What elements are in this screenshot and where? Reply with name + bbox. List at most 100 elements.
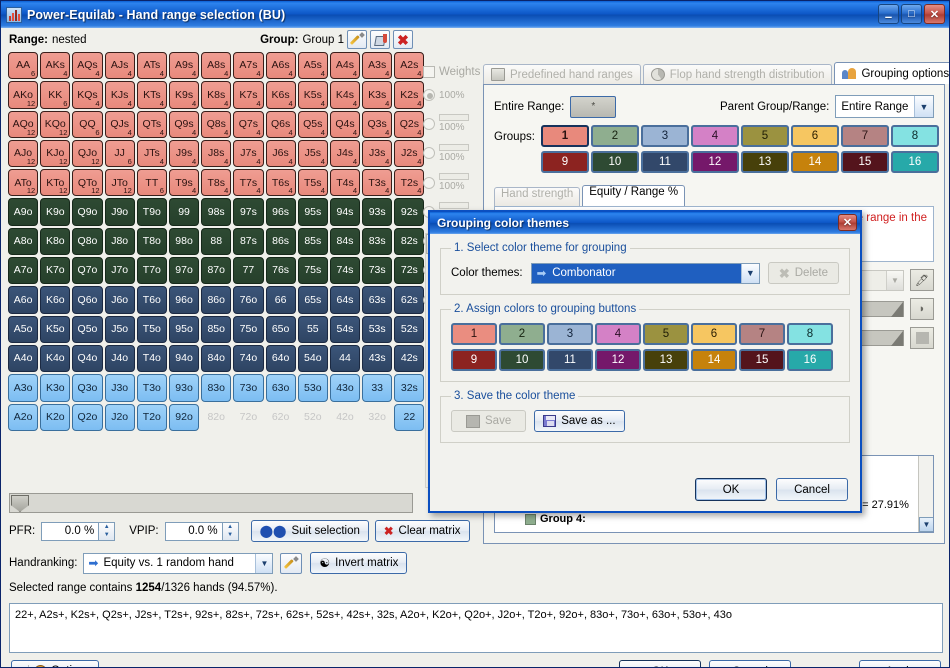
hand-cell-74s[interactable]: 74s	[329, 257, 361, 285]
hand-cell-Q6o[interactable]: Q6o	[72, 286, 103, 314]
hand-cell-AKo[interactable]: AKo 12	[8, 81, 39, 109]
hand-cell-83s[interactable]: 83s	[362, 227, 393, 256]
hand-cell-J4o[interactable]: J4o	[104, 344, 135, 373]
hand-cell-T8s[interactable]: T8s 4	[201, 169, 232, 197]
clear-matrix-button[interactable]: ✖ Clear matrix	[374, 520, 470, 542]
hand-cell-TT[interactable]: TT 6	[136, 169, 167, 197]
hand-cell-J6s[interactable]: J6s 4	[265, 139, 296, 168]
hand-cell-84o[interactable]: 84o	[201, 344, 232, 373]
hand-cell-K6s[interactable]: K6s 4	[265, 81, 296, 109]
group-button-15[interactable]: 15	[840, 151, 889, 173]
group-button-5[interactable]: 5	[740, 125, 789, 147]
hand-cell-85o[interactable]: 85o	[201, 315, 232, 343]
hand-cell-K2o[interactable]: K2o	[40, 403, 71, 431]
hand-cell-42o[interactable]: 42o	[329, 403, 361, 431]
hand-cell-A9s[interactable]: A9s 4	[168, 52, 200, 80]
vpip-stepper[interactable]: ▲ ▼	[222, 521, 239, 541]
weight-radio[interactable]	[423, 88, 435, 101]
hand-cell-65o[interactable]: 65o	[265, 315, 296, 343]
hand-cell-85s[interactable]: 85s	[297, 227, 328, 256]
edit-group-button[interactable]	[347, 30, 367, 49]
hand-cell-T9s[interactable]: T9s 4	[168, 169, 200, 197]
pfr-input[interactable]: 0.0 %	[41, 521, 100, 541]
color-theme-button-2[interactable]: 2	[499, 323, 545, 345]
hand-cell-J7o[interactable]: J7o	[104, 257, 135, 285]
hand-cell-ATs[interactable]: ATs 4	[136, 52, 167, 80]
hand-cell-95s[interactable]: 95s	[297, 198, 328, 226]
hand-cell-42s[interactable]: 42s	[394, 344, 425, 373]
hand-cell-T3s[interactable]: T3s 4	[362, 169, 393, 197]
hand-cell-75o[interactable]: 75o	[233, 315, 264, 343]
hand-cell-65s[interactable]: 65s	[297, 286, 328, 314]
chevron-down-icon-parent[interactable]: ▼	[914, 96, 933, 117]
hand-cell-74o[interactable]: 74o	[233, 344, 264, 373]
hand-cell-T6o[interactable]: T6o	[136, 286, 167, 314]
hand-cell-32s[interactable]: 32s	[394, 374, 425, 402]
weights-checkbox[interactable]	[423, 66, 435, 78]
group-button-8[interactable]: 8	[890, 125, 939, 147]
hand-cell-K7s[interactable]: K7s 4	[233, 81, 264, 109]
color-theme-button-5[interactable]: 5	[643, 323, 689, 345]
hand-cell-ATo[interactable]: ATo 12	[8, 169, 39, 197]
color-theme-button-9[interactable]: 9	[451, 349, 497, 371]
hand-cell-T6s[interactable]: T6s 4	[265, 169, 296, 197]
options-button[interactable]: ▼ | Options	[11, 660, 99, 667]
hand-cell-94s[interactable]: 94s	[329, 198, 361, 226]
color-theme-button-13[interactable]: 13	[643, 349, 689, 371]
edit-handranking-button[interactable]	[280, 552, 303, 574]
hand-cell-Q9o[interactable]: Q9o	[72, 198, 103, 226]
color-theme-button-16[interactable]: 16	[787, 349, 833, 371]
invert-matrix-button[interactable]: ☯ Invert matrix	[310, 552, 408, 574]
hand-cell-K4s[interactable]: K4s 4	[329, 81, 361, 109]
entire-range-button[interactable]: *	[570, 95, 617, 118]
hand-cell-T7o[interactable]: T7o	[136, 257, 167, 285]
hand-cell-AQs[interactable]: AQs 4	[72, 52, 103, 80]
hand-cell-53o[interactable]: 53o	[297, 374, 328, 402]
dialog-cancel-button[interactable]: Cancel	[776, 478, 848, 501]
hand-cell-A5s[interactable]: A5s 4	[297, 52, 328, 80]
hand-cell-J2s[interactable]: J2s 4	[394, 139, 425, 168]
hand-cell-86o[interactable]: 86o	[201, 286, 232, 314]
hand-cell-75s[interactable]: 75s	[297, 257, 328, 285]
hand-cell-A5o[interactable]: A5o	[8, 315, 39, 343]
hand-cell-K9s[interactable]: K9s 4	[168, 81, 200, 109]
hand-cell-A3o[interactable]: A3o	[8, 374, 39, 402]
range-slider-thumb[interactable]	[11, 495, 29, 512]
group-button-11[interactable]: 11	[640, 151, 689, 173]
subtab-hand-strength[interactable]: Hand strength	[494, 187, 581, 206]
weight-bar[interactable]	[439, 173, 469, 181]
hand-cell-Q9s[interactable]: Q9s 4	[168, 110, 200, 138]
hand-cell-K3s[interactable]: K3s 4	[362, 81, 393, 109]
hand-cell-T2s[interactable]: T2s 4	[394, 169, 425, 197]
color-theme-select[interactable]: ➡ Combonator ▼	[530, 262, 760, 284]
tab-flop-hand-strength-distribution[interactable]: Flop hand strength distribution	[642, 64, 833, 84]
hand-cell-KTs[interactable]: KTs 4	[136, 81, 167, 109]
hand-cell-KJs[interactable]: KJs 4	[104, 81, 135, 109]
hand-cell-A7o[interactable]: A7o	[8, 257, 39, 285]
flame-button[interactable]: ◗	[910, 298, 934, 320]
hand-cell-Q4s[interactable]: Q4s 4	[329, 110, 361, 138]
hand-cell-82o[interactable]: 82o	[201, 403, 232, 431]
ok-button[interactable]: OK	[619, 660, 701, 667]
color-theme-button-1[interactable]: 1	[451, 323, 497, 345]
weight-bar[interactable]	[439, 202, 469, 210]
hand-cell-Q7o[interactable]: Q7o	[72, 257, 103, 285]
color-theme-button-3[interactable]: 3	[547, 323, 593, 345]
color-theme-button-6[interactable]: 6	[691, 323, 737, 345]
hand-cell-K5s[interactable]: K5s 4	[297, 81, 328, 109]
hand-cell-T4o[interactable]: T4o	[136, 344, 167, 373]
hand-cell-93s[interactable]: 93s	[362, 198, 393, 226]
hand-cell-KJo[interactable]: KJo 12	[40, 139, 71, 168]
pfr-stepper[interactable]: ▲ ▼	[99, 521, 116, 541]
hand-cell-J8s[interactable]: J8s 4	[201, 139, 232, 168]
hand-cell-QTo[interactable]: QTo 12	[72, 169, 103, 197]
hand-cell-86s[interactable]: 86s	[265, 227, 296, 256]
weight-radio[interactable]	[423, 147, 435, 160]
hand-cell-76o[interactable]: 76o	[233, 286, 264, 314]
weight-radio[interactable]	[423, 176, 435, 189]
group-button-7[interactable]: 7	[840, 125, 889, 147]
hand-cell-98o[interactable]: 98o	[168, 227, 200, 256]
group-button-4[interactable]: 4	[690, 125, 739, 147]
hand-cell-QJs[interactable]: QJs 4	[104, 110, 135, 138]
hand-cell-K3o[interactable]: K3o	[40, 374, 71, 402]
